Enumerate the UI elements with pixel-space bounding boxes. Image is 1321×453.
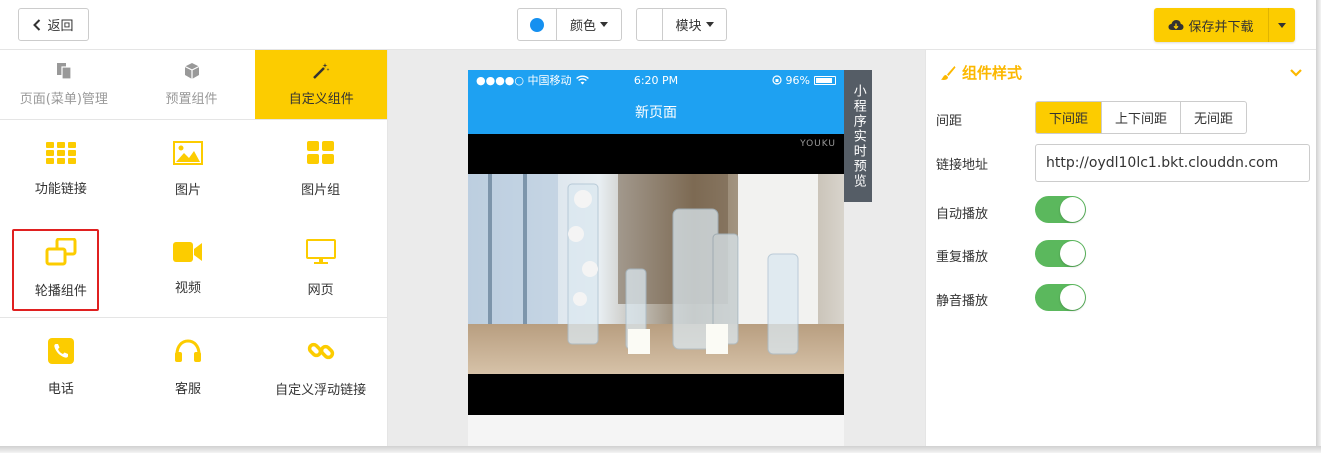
component-floating-link[interactable]: 自定义浮动链接 [254, 318, 387, 417]
carousel-icon [45, 237, 77, 265]
component-row: 轮播组件 视频 网页 [0, 219, 387, 318]
caret-down-icon [1278, 22, 1286, 28]
status-time: 6:20 PM [633, 73, 679, 87]
save-download-button[interactable]: 保存并下载 [1154, 8, 1269, 42]
spacing-selector: 下间距 上下间距 无间距 [1035, 101, 1248, 134]
component-label: 轮播组件 [34, 283, 87, 299]
file-copy-icon [56, 63, 72, 80]
back-label: 返回 [47, 19, 74, 34]
component-label: 图片组 [301, 183, 341, 198]
component-image-group[interactable]: 图片组 [254, 120, 387, 219]
tab-preset-components[interactable]: 预置组件 [128, 50, 256, 119]
save-download-label: 保存并下载 [1188, 19, 1254, 35]
loop-label: 重复播放 [936, 250, 989, 265]
brush-icon [941, 65, 956, 80]
component-row: 电话 客服 自定义浮动链接 [0, 318, 387, 417]
link-icon [307, 342, 334, 360]
phone-preview: ●●●●○ 中国移动 6:20 PM 96% 新页面 YOUKU [468, 70, 844, 446]
video-watermark: YOUKU [800, 139, 836, 149]
spacing-option-top-bottom[interactable]: 上下间距 [1101, 102, 1180, 133]
window-shadow-bottom [0, 446, 1321, 453]
section-header[interactable]: 组件样式 [940, 62, 1302, 83]
link-url-input[interactable] [1035, 144, 1310, 182]
component-label: 网页 [307, 282, 334, 298]
spacing-option-none[interactable]: 无间距 [1180, 102, 1246, 133]
save-download-button-group: 保存并下载 [1154, 8, 1295, 42]
color-swatch [530, 17, 544, 32]
module-label: 模块 [675, 19, 702, 34]
component-label: 功能链接 [34, 182, 87, 197]
tab-custom-components[interactable]: 自定义组件 [255, 50, 388, 119]
component-function-link[interactable]: 功能链接 [0, 120, 122, 219]
page-title: 新页面 [635, 105, 677, 121]
video-camera-icon [173, 241, 203, 262]
video-frame-image [468, 174, 844, 374]
color-label: 颜色 [569, 19, 596, 34]
magic-wand-icon [313, 63, 330, 79]
component-label: 视频 [175, 280, 202, 296]
component-panel: 页面(菜单)管理 预置组件 自定义组件 功能链接 图片 图片组 轮播组件 视频 … [0, 50, 388, 446]
mini-program-preview-tab[interactable]: 小程序实时预览 [844, 70, 872, 202]
spacing-option-bottom[interactable]: 下间距 [1036, 102, 1102, 133]
style-panel: 组件样式 间距 下间距 上下间距 无间距 链接地址 自动播放 重复播放 静音播放 [925, 50, 1316, 446]
component-webpage[interactable]: 网页 [254, 219, 387, 317]
cloud-download-icon [1168, 19, 1184, 30]
component-image[interactable]: 图片 [122, 120, 255, 219]
tab-page-management[interactable]: 页面(菜单)管理 [0, 50, 128, 119]
save-options-toggle[interactable] [1269, 8, 1295, 42]
color-picker-button[interactable]: 颜色 [517, 8, 622, 41]
video-component[interactable]: YOUKU [468, 134, 844, 415]
battery-icon [814, 75, 836, 85]
component-label: 自定义浮动链接 [275, 383, 367, 398]
section-title: 组件样式 [962, 64, 1023, 82]
spacing-label: 间距 [936, 114, 963, 129]
autoplay-label: 自动播放 [936, 207, 989, 222]
chevron-left-icon [33, 18, 41, 31]
component-video[interactable]: 视频 [122, 219, 255, 317]
top-toolbar: 返回 颜色 模块 保存并下载 [0, 0, 1316, 50]
component-carousel[interactable]: 轮播组件 [0, 219, 122, 317]
tab-label: 页面(菜单)管理 [19, 92, 108, 107]
component-row: 功能链接 图片 图片组 [0, 120, 387, 219]
autoplay-toggle[interactable] [1035, 196, 1086, 223]
component-label: 客服 [175, 382, 202, 397]
phone-icon [47, 338, 74, 364]
headset-icon [175, 339, 202, 362]
mute-label: 静音播放 [936, 294, 989, 309]
cube-icon [184, 63, 199, 79]
image-icon [173, 141, 204, 165]
caret-down-icon [600, 22, 608, 27]
loop-toggle[interactable] [1035, 240, 1086, 267]
tab-label: 自定义组件 [288, 92, 354, 107]
phone-navbar: 新页面 [468, 90, 844, 134]
component-label: 图片 [175, 183, 202, 198]
caret-down-icon [705, 22, 714, 27]
monitor-icon [305, 238, 336, 264]
link-label: 链接地址 [936, 158, 989, 173]
component-phone[interactable]: 电话 [0, 318, 122, 417]
mute-toggle[interactable] [1035, 284, 1086, 311]
module-dropdown-button[interactable]: 模块 [636, 8, 727, 41]
grid-icon [45, 142, 76, 164]
component-tabs: 页面(菜单)管理 预置组件 自定义组件 [0, 50, 388, 120]
component-label: 电话 [47, 382, 74, 397]
window-shadow-right [1316, 0, 1321, 453]
preview-area: ●●●●○ 中国移动 6:20 PM 96% 新页面 YOUKU 小程序实时预览 [388, 50, 925, 446]
chevron-down-icon [1290, 68, 1302, 77]
component-customer-service[interactable]: 客服 [122, 318, 255, 417]
tiles-icon [306, 141, 334, 164]
status-bar: ●●●●○ 中国移动 6:20 PM 96% [468, 70, 844, 90]
tab-label: 预置组件 [165, 92, 218, 107]
back-button[interactable]: 返回 [18, 8, 89, 41]
